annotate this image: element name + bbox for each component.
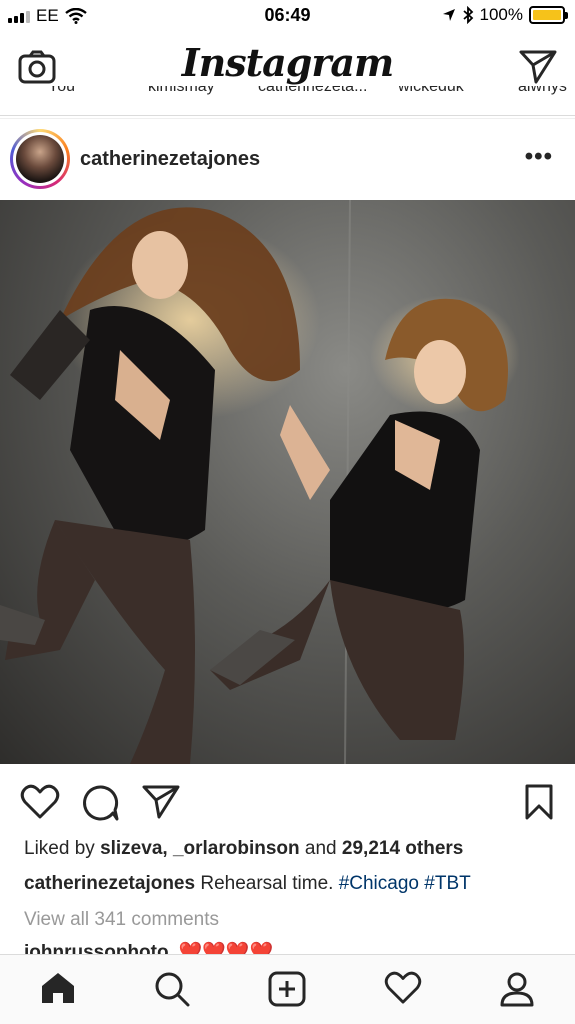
story-label[interactable]: You [48, 86, 75, 96]
paper-plane-icon[interactable] [519, 49, 557, 85]
and-label: and [304, 838, 337, 859]
liked-by-label: Liked by [24, 838, 95, 859]
post-header: catherinezetajones ••• [0, 118, 575, 200]
likes-count[interactable]: 29,214 others [342, 838, 463, 859]
stories-tray[interactable]: You kimismay catherinezeta... wickeduk a… [0, 86, 575, 116]
view-all-comments-link[interactable]: View all 341 comments [24, 909, 219, 931]
post-username[interactable]: catherinezetajones [80, 148, 260, 171]
comment-text: ❤️❤️❤️❤️ [178, 942, 274, 954]
story-label[interactable]: wickeduk [398, 86, 464, 96]
comment-preview: johnrussophoto ❤️❤️❤️❤️ [24, 940, 273, 954]
comment-username[interactable]: johnrussophoto [24, 942, 169, 954]
liker-name[interactable]: slizeva, [100, 838, 168, 859]
profile-icon[interactable] [500, 971, 534, 1007]
post-caption: catherinezetajones Rehearsal time. #Chic… [24, 873, 471, 895]
post-photo[interactable] [0, 200, 575, 764]
bookmark-icon[interactable] [524, 784, 554, 820]
dancers-illustration [0, 200, 520, 764]
instagram-logo: Instagram [181, 40, 394, 85]
like-heart-icon[interactable] [20, 784, 60, 820]
bluetooth-icon [462, 6, 473, 24]
more-options-icon[interactable]: ••• [525, 143, 553, 171]
bottom-tab-bar [0, 954, 575, 1024]
hashtag-link[interactable]: #TBT [424, 873, 470, 894]
story-label[interactable]: alwhys [518, 86, 567, 96]
caption-username[interactable]: catherinezetajones [24, 873, 195, 894]
liker-name[interactable]: _orlarobinson [173, 838, 300, 859]
caption-text: Rehearsal time. [200, 873, 334, 894]
status-bar: EE 06:49 100% [0, 0, 575, 32]
location-arrow-icon [442, 9, 455, 21]
search-icon[interactable] [154, 971, 190, 1007]
home-icon[interactable] [40, 971, 76, 1005]
avatar[interactable] [10, 129, 70, 189]
likes-summary[interactable]: Liked by slizeva, _orlarobinson and 29,2… [24, 838, 463, 860]
activity-heart-icon[interactable] [384, 971, 422, 1005]
story-label[interactable]: kimismay [148, 86, 215, 96]
post-actions [0, 770, 575, 832]
hashtag-link[interactable]: #Chicago [339, 873, 419, 894]
comment-icon[interactable] [82, 784, 120, 822]
story-label[interactable]: catherinezeta... [258, 86, 367, 96]
battery-percentage: 100% [479, 5, 523, 24]
battery-icon [529, 6, 568, 24]
add-post-icon[interactable] [268, 971, 306, 1007]
share-icon[interactable] [142, 784, 180, 820]
